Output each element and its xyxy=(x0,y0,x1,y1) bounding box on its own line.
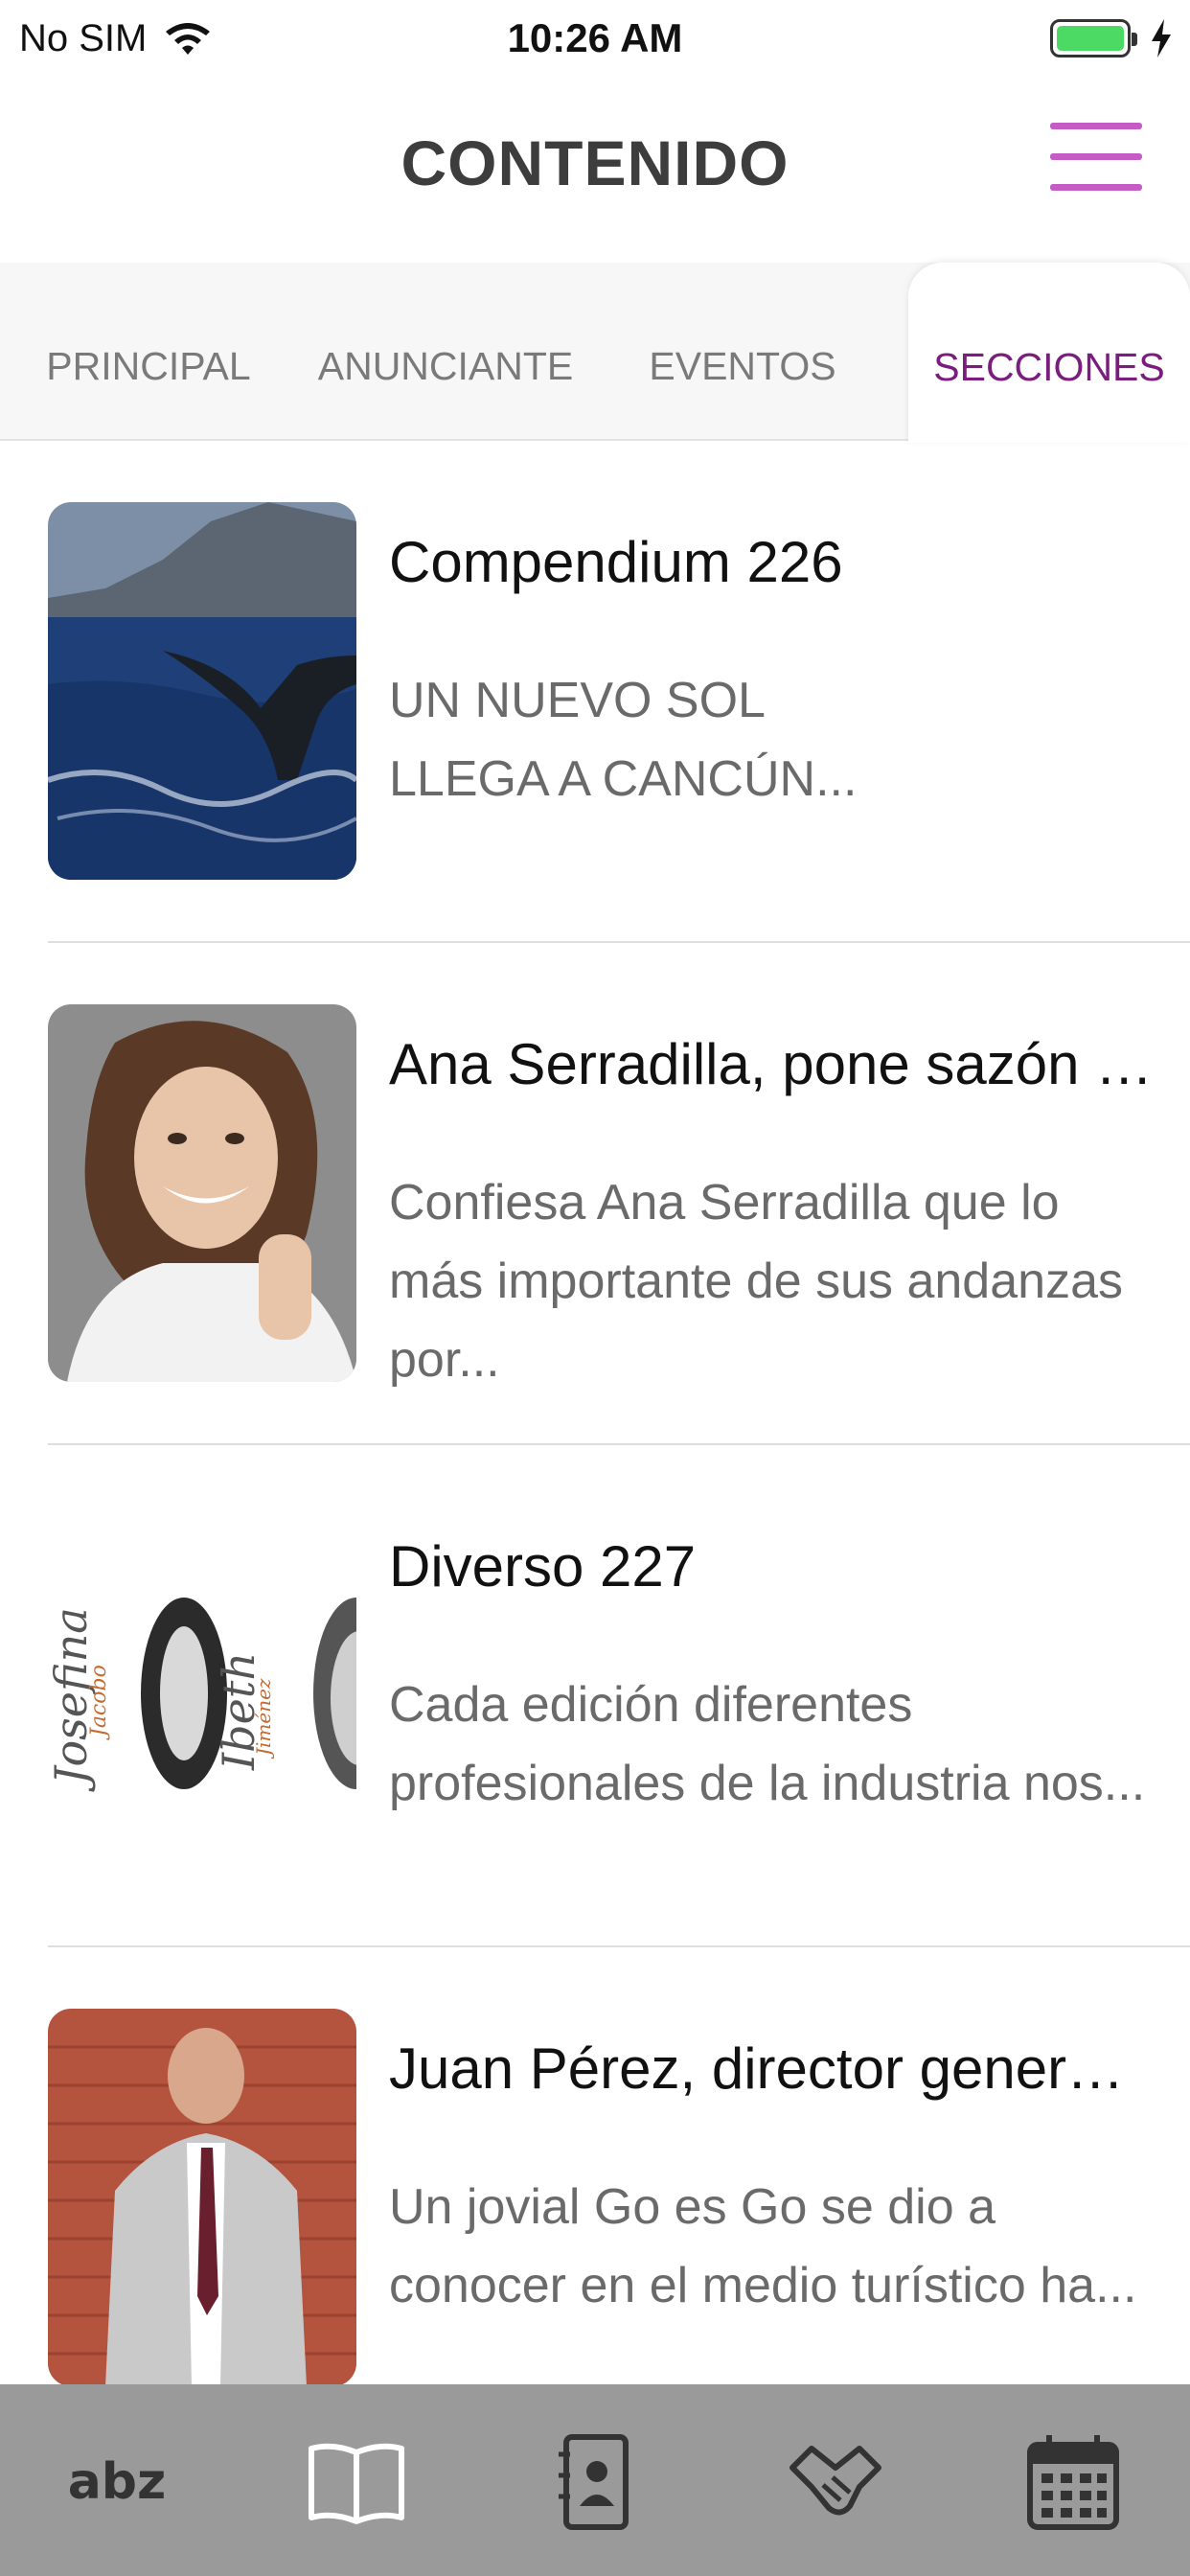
menu-line xyxy=(1050,123,1142,129)
menu-line xyxy=(1050,153,1142,160)
list-item[interactable]: Josefina Jacobo Ibeth Jiménez Diverso 22… xyxy=(0,1445,1190,1947)
collage-text-jimenez: Jiménez xyxy=(252,1678,275,1760)
calendar-icon[interactable] xyxy=(1016,2425,1131,2540)
list-item[interactable]: Juan Pérez, director general... Un jovia… xyxy=(0,1947,1190,2384)
handshake-icon[interactable] xyxy=(778,2425,893,2540)
battery-cap xyxy=(1132,33,1137,46)
article-title[interactable]: Juan Pérez, director general... xyxy=(389,2036,1156,2102)
tab-bar: PRINCIPAL ANUNCIANTE EVENTOS SECCIONES xyxy=(0,263,1190,443)
whale-tail-photo xyxy=(48,502,356,880)
man-brick-wall-photo xyxy=(48,2009,356,2384)
clock: 10:26 AM xyxy=(507,15,683,60)
article-description: Cada edición diferentes profesionales de… xyxy=(389,1677,1146,1811)
page-title: CONTENIDO xyxy=(400,127,790,198)
bottom-nav-bar: abz xyxy=(0,2384,1190,2576)
list-item[interactable]: Ana Serradilla, pone sazón a... Confiesa… xyxy=(0,943,1190,1445)
article-title[interactable]: Ana Serradilla, pone sazón a... xyxy=(389,1031,1156,1097)
tab-principal[interactable]: PRINCIPAL xyxy=(0,263,297,441)
woman-portrait-photo xyxy=(48,1004,356,1382)
abz-logo-icon[interactable]: abz xyxy=(59,2425,174,2540)
battery-icon xyxy=(1050,19,1137,58)
article-description: Confiesa Ana Serradilla que lo más impor… xyxy=(389,1175,1123,1388)
list-item[interactable]: Compendium 226 UN NUEVO SOL LLEGA A CANC… xyxy=(0,441,1190,943)
charging-bolt-icon xyxy=(1152,19,1171,58)
article-list[interactable]: Compendium 226 UN NUEVO SOL LLEGA A CANC… xyxy=(0,441,1190,2384)
battery-level xyxy=(1057,26,1124,51)
open-book-icon[interactable] xyxy=(299,2425,414,2540)
tab-secciones[interactable]: SECCIONES xyxy=(908,263,1190,443)
article-description: UN NUEVO SOL LLEGA A CANCÚN... xyxy=(389,673,858,807)
article-description: Un jovial Go es Go se dio a conocer en e… xyxy=(389,2179,1137,2313)
abz-logo-text: abz xyxy=(68,2453,167,2511)
collage-text-jacobo: Jacobo xyxy=(87,1665,111,1740)
app-header: CONTENIDO xyxy=(0,80,1190,263)
status-bar: No SIM 10:26 AM xyxy=(0,0,1190,80)
menu-line xyxy=(1050,184,1142,191)
article-title[interactable]: Diverso 227 xyxy=(389,1533,1156,1599)
portraits-collage-photo: Josefina Jacobo Ibeth Jiménez xyxy=(48,1506,356,1884)
hamburger-menu-icon[interactable] xyxy=(1050,123,1142,199)
tab-anunciante[interactable]: ANUNCIANTE xyxy=(297,263,594,441)
tab-eventos[interactable]: EVENTOS xyxy=(594,263,891,441)
article-title[interactable]: Compendium 226 xyxy=(389,529,1156,595)
contact-book-icon[interactable] xyxy=(538,2425,653,2540)
